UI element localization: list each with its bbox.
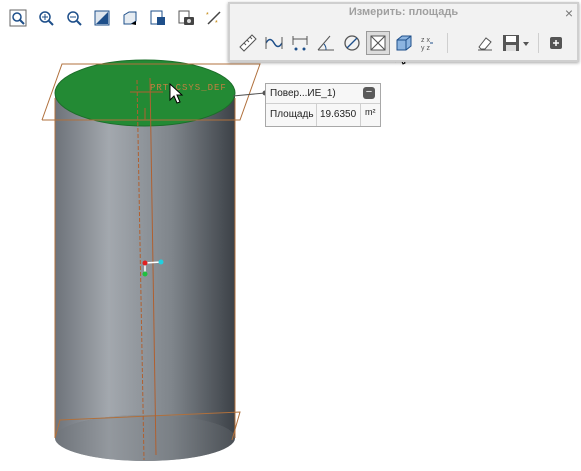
- measure-panel: Измерить: площадь × z x y z: [228, 2, 579, 62]
- view-style-icon[interactable]: [90, 6, 114, 30]
- add-icon[interactable]: [544, 31, 568, 55]
- top-face-label: PRT_CSYS_DEF: [150, 83, 227, 93]
- callout-row: Площадь 19.6350 m²: [266, 104, 380, 126]
- svg-text:*: *: [206, 12, 209, 19]
- measure-tools: z xy z: [236, 30, 568, 56]
- zoom-in-icon[interactable]: [34, 6, 58, 30]
- area-value: 19.6350: [320, 109, 357, 120]
- graphics-viewport[interactable]: PRT_CSYS_DEF * * Измерить: площадь × z x…: [0, 0, 581, 466]
- distance-icon[interactable]: [288, 31, 312, 55]
- named-views-icon[interactable]: [146, 6, 170, 30]
- eraser-icon[interactable]: [473, 31, 497, 55]
- display-toggle-icon[interactable]: * *: [202, 6, 226, 30]
- model-canvas[interactable]: PRT_CSYS_DEF: [0, 0, 581, 466]
- close-icon[interactable]: ×: [565, 4, 573, 22]
- area-icon[interactable]: [366, 31, 390, 55]
- area-label: Площадь: [270, 109, 314, 120]
- curve-length-icon[interactable]: [262, 31, 286, 55]
- svg-text:*: *: [215, 20, 218, 27]
- measure-panel-title: Измерить: площадь: [348, 6, 459, 18]
- zoom-out-icon[interactable]: [62, 6, 86, 30]
- ruler-icon[interactable]: [236, 31, 260, 55]
- view-toolbar: * *: [2, 2, 230, 34]
- callout-header: Повер...ИЕ_1) −: [266, 84, 380, 104]
- volume-icon[interactable]: [392, 31, 416, 55]
- transform-icon[interactable]: z xy z: [418, 31, 442, 55]
- zoom-fit-icon[interactable]: [6, 6, 30, 30]
- area-unit: m²: [365, 107, 376, 117]
- toolbar-separator: [538, 33, 539, 53]
- svg-text:y z: y z: [421, 45, 430, 52]
- callout-divider: [360, 104, 361, 126]
- collapse-icon[interactable]: −: [363, 87, 375, 99]
- saved-views-icon[interactable]: [118, 6, 142, 30]
- diameter-icon[interactable]: [340, 31, 364, 55]
- toolbar-separator: [447, 33, 448, 53]
- angle-icon[interactable]: [314, 31, 338, 55]
- save-icon[interactable]: [499, 31, 533, 55]
- callout-divider: [316, 104, 317, 126]
- measurement-callout[interactable]: Повер...ИЕ_1) − Площадь 19.6350 m²: [265, 83, 381, 127]
- screenshot-icon[interactable]: [174, 6, 198, 30]
- svg-text:z x: z x: [421, 37, 430, 44]
- cylinder-body[interactable]: [55, 93, 235, 461]
- callout-title: Повер...ИЕ_1): [270, 88, 336, 99]
